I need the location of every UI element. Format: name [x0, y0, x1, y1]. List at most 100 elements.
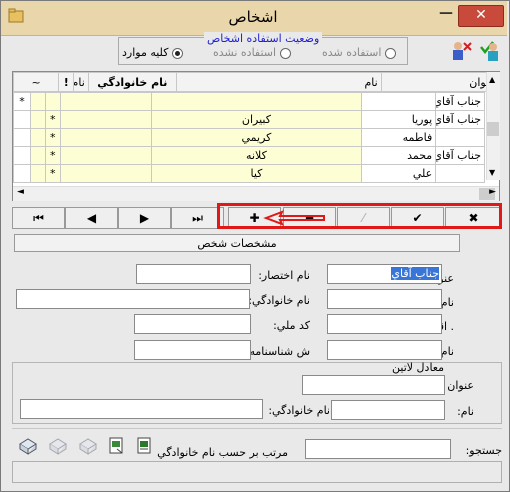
print-preview-icon[interactable]	[47, 436, 67, 456]
scroll-thumb[interactable]	[487, 122, 499, 136]
radio-all[interactable]: کليه موارد	[122, 46, 183, 59]
close-button[interactable]: ✕	[458, 5, 504, 27]
cell-family[interactable]: کلانه	[150, 146, 362, 165]
cell-extra[interactable]	[30, 92, 46, 111]
cell-title[interactable]: جناب آقاي	[435, 92, 485, 111]
prev-record-button[interactable]: ◀	[65, 207, 118, 229]
father-name-field[interactable]	[327, 340, 442, 360]
radio-all-label: کليه موارد	[122, 46, 169, 59]
abbr-field[interactable]	[136, 264, 251, 284]
latin-family-field[interactable]	[20, 399, 263, 419]
cell-title[interactable]: جناب آقاي	[435, 110, 485, 129]
search-field[interactable]	[305, 439, 451, 459]
scroll-down-icon[interactable]: ▼	[489, 168, 495, 177]
id-number-label: ش شناسنامه:	[245, 345, 310, 358]
cell-name[interactable]	[360, 92, 437, 111]
table-row[interactable]: فاطمه کريمي *	[12, 128, 485, 147]
cell-flag[interactable]: *	[44, 128, 61, 147]
radio-used-label: استفاده شده	[322, 46, 382, 59]
family-field[interactable]	[16, 289, 250, 309]
abbr-label: نام اختصار:	[258, 269, 310, 282]
table-row[interactable]: جناب آقاي *	[12, 92, 485, 111]
radio-used[interactable]: استفاده شده	[322, 46, 396, 59]
cell-family[interactable]	[150, 92, 362, 111]
scroll-right-icon[interactable]: ►	[489, 187, 496, 197]
status-bar	[12, 461, 502, 483]
cell-extra[interactable]	[30, 128, 46, 147]
economic-code-field[interactable]	[327, 314, 442, 334]
latin-family-label: نام خانوادگي:	[268, 404, 330, 417]
cell-flag[interactable]: *	[44, 146, 61, 165]
row-indicator[interactable]	[12, 164, 32, 183]
cell-extra[interactable]	[30, 146, 46, 165]
next-record-button[interactable]: ▶	[118, 207, 171, 229]
scroll-left-icon[interactable]: ◄	[17, 187, 24, 197]
col-header-abbr[interactable]: نام اختصار	[73, 72, 89, 92]
row-indicator[interactable]	[12, 110, 32, 129]
cell-family[interactable]: کبيران	[150, 110, 362, 129]
table-row[interactable]: جناب آقاي محمد کلانه *	[12, 146, 485, 165]
title-field-value: جناب آقاي	[391, 267, 439, 280]
export-icon[interactable]	[107, 436, 127, 456]
radio-unused[interactable]: استفاده نشده	[213, 46, 291, 59]
id-number-field[interactable]	[134, 340, 251, 360]
vertical-scrollbar[interactable]: ▲ ▼	[486, 72, 500, 180]
family-label: نام خانوادگي:	[248, 294, 310, 307]
cell-flag[interactable]: *	[44, 164, 61, 183]
row-indicator[interactable]: *	[12, 92, 32, 111]
latin-name-field[interactable]	[331, 400, 445, 420]
grid-body: جناب آقاي * جناب آقاي پوريا کبيران * فاطمه کريم…	[12, 92, 485, 183]
cell-name[interactable]: فاطمه	[360, 128, 437, 147]
cell-extra[interactable]	[30, 110, 46, 129]
col-header-name[interactable]: نام	[175, 72, 382, 92]
cell-title[interactable]	[435, 128, 485, 147]
remove-person-icon[interactable]	[448, 40, 474, 62]
cell-title[interactable]: جناب آقاي	[435, 146, 485, 165]
radio-circle	[279, 47, 291, 59]
cell-extra[interactable]	[30, 164, 46, 183]
latin-title-field[interactable]	[302, 375, 445, 395]
name-field[interactable]	[327, 289, 442, 309]
print-icon[interactable]	[17, 436, 37, 456]
window-title: اشخاص	[228, 8, 278, 26]
latin-title-label: عنوان :	[440, 379, 474, 392]
cell-abbr[interactable]	[59, 128, 152, 147]
col-header-extra[interactable]: ~	[13, 72, 60, 92]
cell-name[interactable]: علي	[360, 164, 437, 183]
row-indicator[interactable]	[12, 128, 32, 147]
national-code-field[interactable]	[134, 314, 251, 334]
cell-family[interactable]: کيا	[150, 164, 362, 183]
latin-name-label: نام:	[457, 405, 474, 418]
scroll-up-icon[interactable]: ▲	[489, 75, 495, 84]
horizontal-scrollbar[interactable]: ◄ ►	[13, 186, 499, 201]
table-row[interactable]: جناب آقاي پوريا کبيران *	[12, 110, 485, 129]
latin-title: معادل لاتين	[392, 361, 444, 374]
cell-abbr[interactable]	[59, 110, 152, 129]
highlight-arrow	[262, 210, 326, 226]
minimize-button[interactable]: —	[434, 5, 458, 25]
print-setup-icon[interactable]	[77, 436, 97, 456]
cell-name[interactable]: پوريا	[360, 110, 437, 129]
cell-abbr[interactable]	[59, 164, 152, 183]
radio-circle	[171, 47, 183, 59]
cell-abbr[interactable]	[59, 92, 152, 111]
first-record-button[interactable]: ⏮	[12, 207, 65, 229]
cell-name[interactable]: محمد	[360, 146, 437, 165]
highlight-box	[217, 203, 502, 229]
cell-flag[interactable]	[44, 92, 61, 111]
grid-rows: جناب آقاي * جناب آقاي پوريا کبيران * فاطمه کريم…	[12, 92, 485, 183]
col-header-family[interactable]: نام خانوادگي	[87, 72, 177, 92]
col-header-title[interactable]: عنوان	[380, 72, 499, 92]
cell-title[interactable]	[435, 164, 485, 183]
radio-circle	[384, 47, 396, 59]
persons-table: عنوان نام نام خانوادگي نام اختصار ! ~	[13, 72, 499, 92]
row-indicator[interactable]	[12, 146, 32, 165]
col-header-flag[interactable]: !	[58, 72, 75, 92]
export-excel-icon[interactable]	[135, 436, 155, 456]
title-field[interactable]: جناب آقاي	[327, 264, 442, 284]
cell-abbr[interactable]	[59, 146, 152, 165]
cell-family[interactable]: کريمي	[150, 128, 362, 147]
add-person-icon[interactable]	[478, 40, 504, 62]
table-row[interactable]: علي کيا *	[12, 164, 485, 183]
cell-flag[interactable]: *	[44, 110, 61, 129]
